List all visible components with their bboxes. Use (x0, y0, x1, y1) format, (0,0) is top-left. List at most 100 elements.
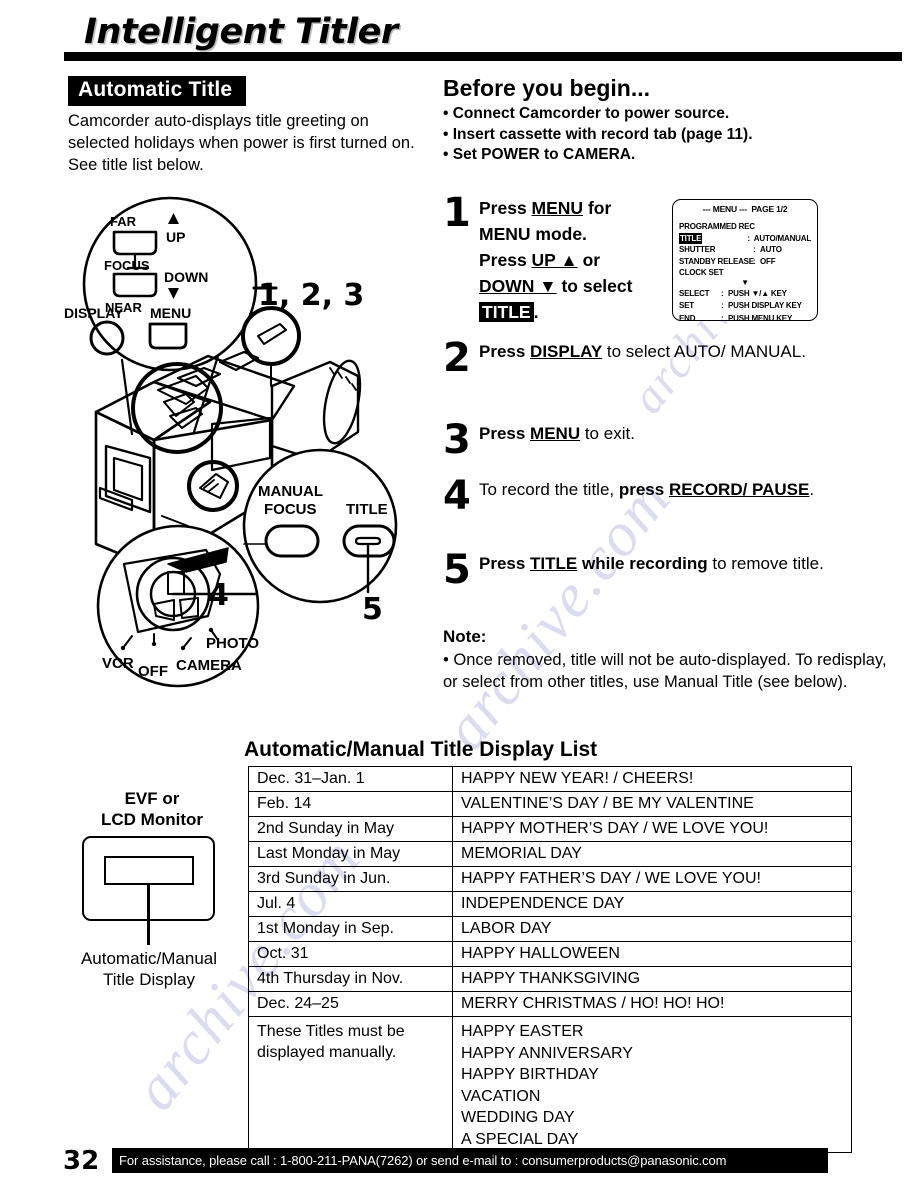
before-you-begin-list: • Connect Camcorder to power source. • I… (443, 104, 888, 166)
step4-record-pause-key: RECORD/ PAUSE (668, 480, 810, 499)
table-cell-date: 2nd Sunday in May (248, 816, 453, 842)
page-number: 32 (63, 1146, 100, 1176)
evf-caption-top: EVF or LCD Monitor (68, 788, 236, 830)
table-cell-title: INDEPENDENCE DAY (452, 891, 852, 917)
menu-scroll-down-icon: ▼ (741, 277, 749, 287)
table-cell-title: HAPPY THANKSGIVING (452, 966, 852, 992)
table-row: 4th Thursday in Nov. HAPPY THANKSGIVING (248, 966, 852, 992)
table-cell-date: Last Monday in May (248, 841, 453, 867)
step1-title-token: TITLE (479, 302, 534, 322)
label-down: DOWN (164, 269, 208, 285)
menu-sep: : (721, 288, 724, 298)
step-5-number: 5 (443, 547, 471, 593)
table-cell-title: LABOR DAY (452, 916, 852, 942)
table-cell-date: Jul. 4 (248, 891, 453, 917)
step-3-number: 3 (443, 417, 471, 463)
table-cell-date: Oct. 31 (248, 941, 453, 967)
table-cell-date: 1st Monday in Sep. (248, 916, 453, 942)
step-4: 4 To record the title, press RECORD/ PAU… (443, 476, 903, 516)
title-display-list-heading: Automatic/Manual Title Display List (244, 738, 598, 761)
step1-l3c: or (577, 250, 601, 270)
label-title: TITLE (346, 501, 388, 518)
table-row: Dec. 24–25 MERRY CHRISTMAS / HO! HO! HO! (248, 991, 852, 1017)
step5-d: to remove title. (707, 554, 824, 573)
menu-foot-value: PUSH ▼/▲ KEY (728, 288, 787, 298)
menu-key-clock: CLOCK SET (679, 268, 724, 277)
label-manual: MANUAL (258, 483, 323, 500)
menu-row-title[interactable]: TITLE : AUTO/MANUAL (679, 232, 811, 244)
evf-leader-line (147, 883, 150, 945)
step-4-text: To record the title, press RECORD/ PAUSE… (479, 478, 903, 501)
before-you-begin-heading: Before you begin... (443, 75, 651, 101)
table-cell-title: HAPPY HALLOWEEN (452, 941, 852, 967)
table-cell-date: Dec. 31–Jan. 1 (248, 766, 453, 792)
step-2-text: Press DISPLAY to select AUTO/ MANUAL. (479, 340, 903, 363)
evf-caption-bottom-line2: Title Display (103, 970, 195, 989)
step2-c: to select AUTO/ MANUAL. (602, 342, 806, 361)
label-camera: CAMERA (176, 657, 242, 674)
table-cell-title: MEMORIAL DAY (452, 841, 852, 867)
label-menu: MENU (150, 305, 191, 321)
label-vcr: VCR (102, 655, 134, 672)
table-row: 3rd Sunday in Jun. HAPPY FATHER’S DAY / W… (248, 866, 852, 892)
menu-row-shutter[interactable]: SHUTTER : AUTO (679, 244, 811, 256)
step3-menu-key: MENU (530, 424, 581, 443)
label-far: FAR (110, 214, 137, 229)
callout-step-4: 4 (208, 578, 229, 613)
manual-note-line: displayed manually. (257, 1044, 397, 1061)
title-display-list-table: Dec. 31–Jan. 1 HAPPY NEW YEAR! / CHEERS! F… (248, 766, 852, 1153)
label-photo: PHOTO (206, 635, 259, 652)
table-cell-manual-titles: HAPPY EASTER HAPPY ANNIVERSARY HAPPY BIRTH… (452, 1016, 852, 1153)
table-cell-title: HAPPY MOTHER’S DAY / WE LOVE YOU! (452, 816, 852, 842)
step5-a: Press (479, 554, 531, 573)
menu-row-clock-set[interactable]: CLOCK SET (679, 267, 811, 279)
table-cell-title: MERRY CHRISTMAS / HO! HO! HO! (452, 991, 852, 1017)
page-title: Intelligent Titler (84, 12, 398, 52)
step1-up-key: UP ▲ (531, 250, 578, 270)
label-focus: FOCUS (104, 258, 150, 273)
manual-note-line: These Titles must be (257, 1023, 405, 1040)
step1-l4b: to select (556, 276, 633, 296)
step-1: 1 Press MENU for MENU mode. Press UP ▲ o… (443, 190, 673, 325)
manual-title-item: A SPECIAL DAY (461, 1130, 579, 1148)
menu-header-right: PAGE 1/2 (751, 204, 788, 214)
manual-title-item: HAPPY ANNIVERSARY (461, 1044, 633, 1062)
menu-row-standby-release[interactable]: STANDBY RELEASE : OFF (679, 256, 811, 268)
table-row: Feb. 14 VALENTINE’S DAY / BE MY VALENTINE (248, 791, 852, 817)
table-cell-title: HAPPY NEW YEAR! / CHEERS! (452, 766, 852, 792)
menu-footer-set: SET : PUSH DISPLAY KEY (679, 300, 811, 312)
step-3-text: Press MENU to exit. (479, 422, 903, 445)
step-5: 5 Press TITLE while recording to remove … (443, 550, 903, 590)
evf-caption-line2: LCD Monitor (101, 810, 203, 829)
callout-steps-1-2-3: 1, 2, 3 (258, 278, 365, 313)
menu-value-shutter: AUTO (760, 245, 782, 254)
step5-title-key: TITLE (530, 554, 578, 573)
menu-foot-key: SET (679, 301, 694, 310)
step-1-number: 1 (443, 190, 471, 236)
table-row: 1st Monday in Sep. LABOR DAY (248, 916, 852, 942)
table-cell-date: 3rd Sunday in Jun. (248, 866, 453, 892)
evf-menu-screen: --- MENU --- PAGE 1/2 PROGRAMMED REC TIT… (672, 199, 818, 321)
table-row: Jul. 4 INDEPENDENCE DAY (248, 891, 852, 917)
menu-sep: : (721, 301, 724, 310)
table-row: Last Monday in May MEMORIAL DAY (248, 841, 852, 867)
table-cell-date: 4th Thursday in Nov. (248, 966, 453, 992)
menu-sep: : (721, 313, 724, 321)
manual-title-item: HAPPY EASTER (461, 1023, 584, 1040)
callout-step-5: 5 (362, 592, 383, 627)
section-banner-automatic-title: Automatic Title (68, 76, 247, 106)
manual-title-item: VACATION (461, 1087, 541, 1105)
label-display: DISPLAY (64, 305, 124, 321)
manual-title-item: WEDDING DAY (461, 1109, 575, 1126)
table-cell-date: Feb. 14 (248, 791, 453, 817)
step1-l5b: . (533, 302, 539, 322)
step4-b: press (618, 480, 669, 499)
intro-paragraph: Camcorder auto-displays title greeting o… (68, 112, 415, 174)
evf-caption-bottom-line1: Automatic/Manual (80, 949, 218, 968)
note-block: Note: • Once removed, title will not be … (443, 626, 893, 693)
note-heading: Note: (443, 627, 487, 646)
step-2: 2 Press DISPLAY to select AUTO/ MANUAL. (443, 338, 903, 378)
menu-key: PROGRAMMED REC (679, 222, 755, 231)
before-item: • Set POWER to CAMERA. (443, 146, 636, 163)
step3-a: Press (479, 424, 531, 443)
